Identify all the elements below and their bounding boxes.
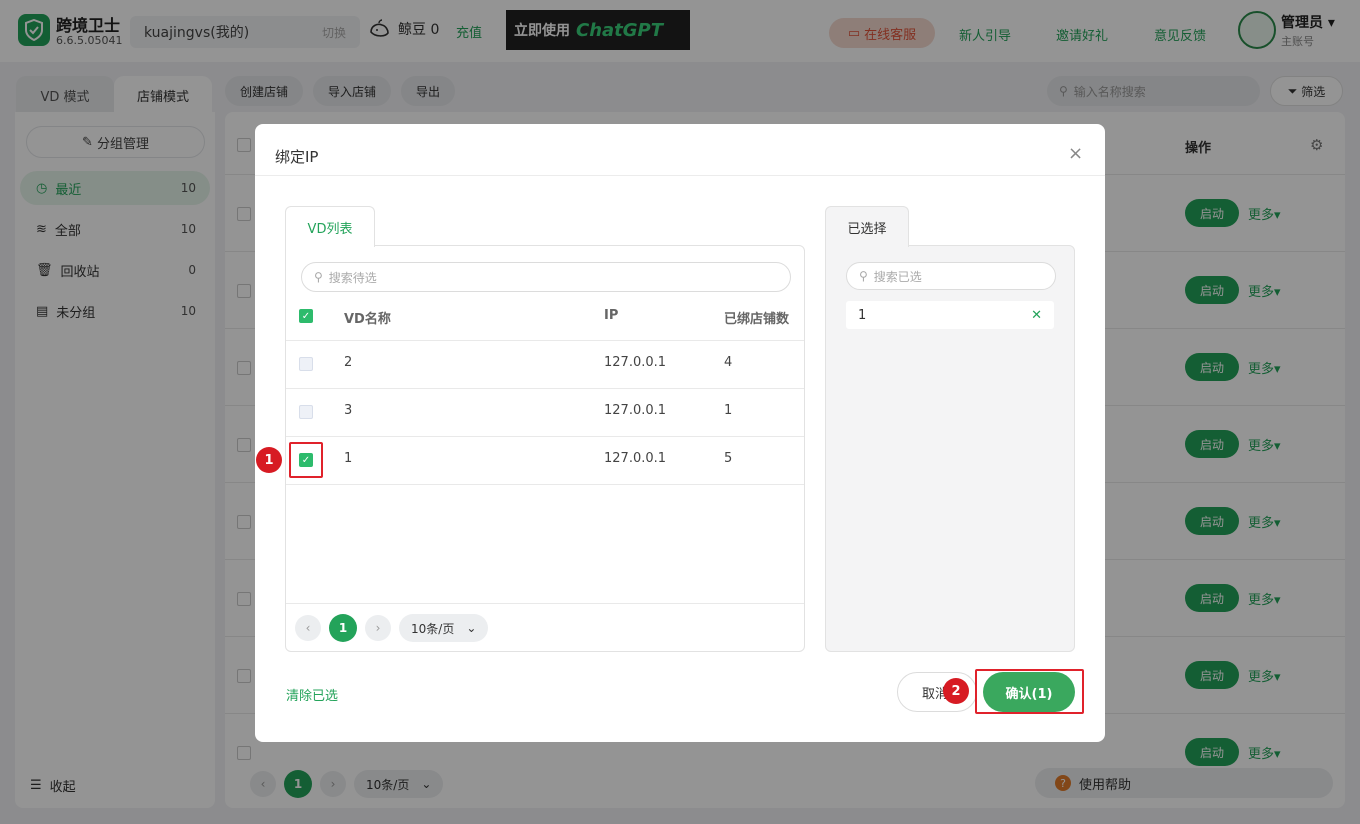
divider (255, 175, 1105, 176)
selected-item-label: 1 (858, 307, 867, 323)
row-divider (286, 436, 804, 437)
vd-list-panel (285, 245, 805, 652)
vd-bound-count: 4 (724, 355, 733, 370)
vd-ip: 127.0.0.1 (604, 451, 667, 466)
vd-bound-count: 5 (724, 451, 733, 466)
row-divider (286, 388, 804, 389)
next-page-button[interactable]: › (365, 615, 391, 641)
search-placeholder: 搜索待选 (328, 270, 377, 285)
prev-page-button[interactable]: ‹ (295, 615, 321, 641)
col-header-ip: IP (604, 308, 619, 323)
col-header-vd-name: VD名称 (344, 312, 391, 327)
page-size-select[interactable]: 10条/页 ⌄ (399, 614, 489, 642)
search-icon: ⚲ (859, 269, 868, 283)
search-candidates-input[interactable]: ⚲ 搜索待选 (301, 262, 791, 292)
chevron-down-icon: ⌄ (466, 621, 477, 635)
tab-vd-list[interactable]: VD列表 (285, 206, 375, 247)
step-1-badge: 1 (256, 447, 282, 473)
vd-name: 3 (344, 403, 353, 418)
col-header-bound-count: 已绑店铺数 (724, 312, 790, 327)
remove-icon[interactable]: ✕ (1031, 308, 1042, 323)
vd-ip: 127.0.0.1 (604, 355, 667, 370)
vd-pagination: ‹ 1 › 10条/页 ⌄ (295, 614, 489, 642)
pager-divider (286, 603, 804, 604)
row-divider (286, 340, 804, 341)
row-divider (286, 484, 804, 485)
vd-ip: 127.0.0.1 (604, 403, 667, 418)
select-all-vd-checkbox[interactable]: ✓ (299, 309, 313, 323)
current-page[interactable]: 1 (329, 614, 357, 642)
vd-name: 1 (344, 451, 353, 466)
search-icon: ⚲ (314, 270, 323, 284)
step-2-badge: 2 (943, 678, 969, 704)
close-icon[interactable]: × (1068, 143, 1083, 164)
vd-row-checkbox[interactable] (299, 357, 313, 371)
step-1-highlight-box (289, 442, 323, 478)
selected-item: 1 ✕ (846, 301, 1054, 329)
dialog-title: 绑定IP (275, 148, 319, 166)
search-placeholder: 搜索已选 (873, 269, 922, 284)
vd-row-checkbox[interactable] (299, 405, 313, 419)
vd-bound-count: 1 (724, 403, 733, 418)
step-2-highlight-box (975, 669, 1084, 714)
clear-selection-link[interactable]: 清除已选 (286, 685, 338, 704)
vd-name: 2 (344, 355, 353, 370)
tab-selected[interactable]: 已选择 (825, 206, 909, 247)
search-selected-input[interactable]: ⚲ 搜索已选 (846, 262, 1056, 290)
